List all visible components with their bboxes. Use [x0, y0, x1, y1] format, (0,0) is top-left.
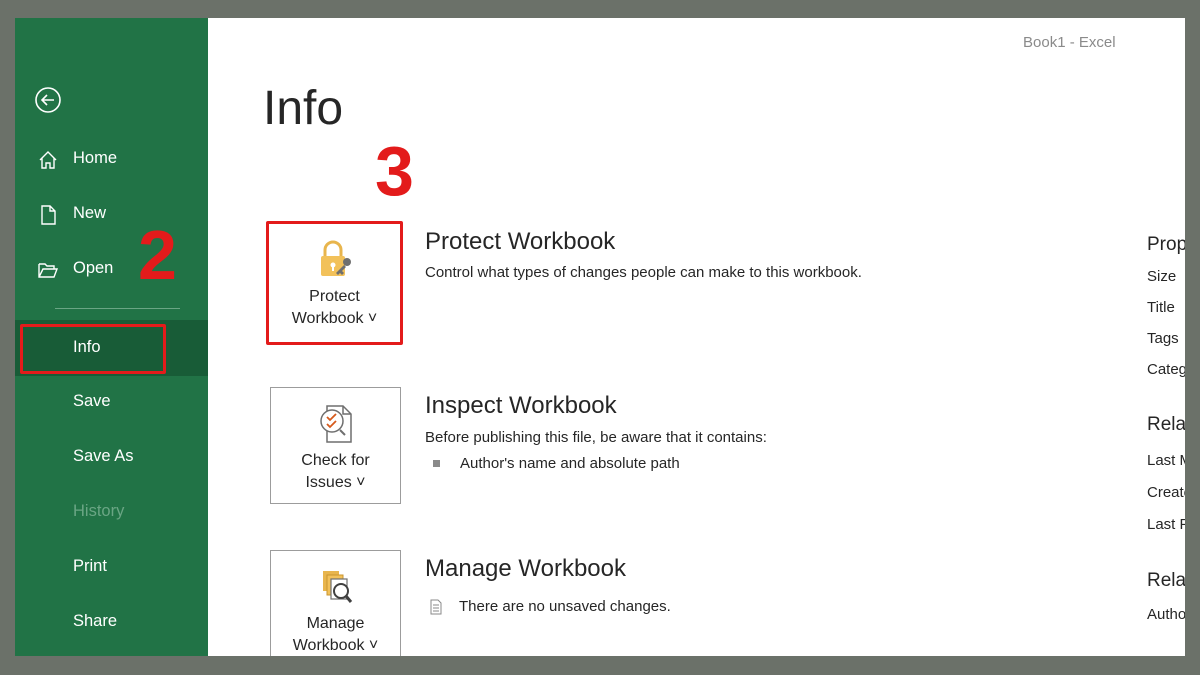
manage-note: There are no unsaved changes.	[429, 598, 671, 615]
property-last-modified: Last Modified	[1147, 452, 1185, 469]
sidebar-item-label: Save As	[73, 447, 134, 465]
sidebar-item-save-as[interactable]: Save As	[15, 437, 208, 477]
related-dates-heading: Related Dates	[1147, 414, 1185, 435]
property-created: Created	[1147, 484, 1185, 501]
protect-workbook-description: Control what types of changes people can…	[425, 264, 862, 281]
step-3-annotation: 3	[375, 132, 414, 210]
check-label-line2: Issues ˅	[305, 474, 366, 491]
related-people-heading: Related People	[1147, 570, 1185, 591]
property-size: Size	[1147, 268, 1177, 285]
sidebar-item-label: Share	[73, 612, 118, 630]
sidebar-item-label: New	[73, 204, 107, 222]
protect-workbook-title: Protect Workbook	[425, 228, 616, 255]
window-title: Book1 - Excel	[1023, 34, 1116, 51]
property-last-printed: Last Printed	[1147, 516, 1185, 533]
inspect-bullet-text: Author's name and absolute path	[460, 455, 680, 472]
manage-label-line1: Manage	[306, 615, 365, 632]
new-document-icon	[41, 205, 56, 225]
document-small-icon	[430, 599, 442, 614]
inspect-workbook-title: Inspect Workbook	[425, 392, 617, 419]
manage-note-text: There are no unsaved changes.	[459, 598, 671, 615]
sidebar-item-label: History	[73, 502, 125, 520]
sidebar-item-open[interactable]: Open	[15, 249, 208, 289]
sidebar-item-label: Save	[73, 392, 111, 410]
step-2-annotation: 2	[138, 216, 177, 294]
protect-workbook-button[interactable]: Protect Workbook ˅	[266, 221, 403, 345]
bullet-square-icon	[433, 460, 440, 467]
property-tags: Tags	[1147, 330, 1179, 347]
page-title: Info	[263, 82, 344, 135]
sidebar-item-print[interactable]: Print	[15, 547, 208, 587]
open-folder-icon	[38, 263, 59, 278]
sidebar-item-save[interactable]: Save	[15, 382, 208, 422]
sidebar-item-home[interactable]: Home	[15, 139, 208, 179]
manage-workbook-label: Manage Workbook ˅	[271, 613, 400, 656]
inspect-bullet-item: Author's name and absolute path	[425, 455, 680, 472]
check-label-line1: Check for	[301, 452, 370, 469]
sidebar-divider	[55, 308, 180, 309]
properties-panel: Properties Size Title Tags Categories Re…	[1147, 234, 1185, 634]
sidebar-item-share[interactable]: Share	[15, 602, 208, 642]
excel-window: Home New Open Info Save Save As History	[15, 18, 1185, 656]
manage-versions-icon	[323, 571, 353, 603]
inspect-workbook-description: Before publishing this file, be aware th…	[425, 429, 767, 446]
check-for-issues-button[interactable]: Check for Issues ˅	[270, 387, 401, 504]
sidebar-item-label: Print	[73, 557, 107, 575]
property-title: Title	[1147, 299, 1175, 316]
sidebar-item-new[interactable]: New	[15, 194, 208, 234]
sidebar-item-history: History	[15, 492, 208, 532]
manage-workbook-button[interactable]: Manage Workbook ˅	[270, 550, 401, 656]
property-categories: Categories	[1147, 361, 1185, 378]
info-highlight-box	[20, 324, 166, 374]
backstage-sidebar: Home New Open Info Save Save As History	[15, 18, 208, 656]
protect-label-line2: Workbook ˅	[291, 310, 378, 327]
lock-key-icon	[321, 240, 351, 276]
property-author: Author	[1147, 606, 1185, 623]
protect-label-line1: Protect	[309, 288, 360, 305]
protect-workbook-label: Protect Workbook ˅	[269, 286, 400, 330]
sidebar-item-label: Open	[73, 259, 114, 277]
inspect-document-icon	[320, 405, 352, 443]
home-icon	[39, 151, 57, 169]
manage-workbook-title: Manage Workbook	[425, 555, 626, 582]
back-arrow-icon[interactable]	[34, 86, 62, 114]
check-for-issues-label: Check for Issues ˅	[271, 450, 400, 494]
sidebar-item-label: Home	[73, 149, 118, 167]
properties-heading: Properties	[1147, 234, 1185, 255]
manage-label-line2: Workbook ˅	[292, 637, 379, 654]
